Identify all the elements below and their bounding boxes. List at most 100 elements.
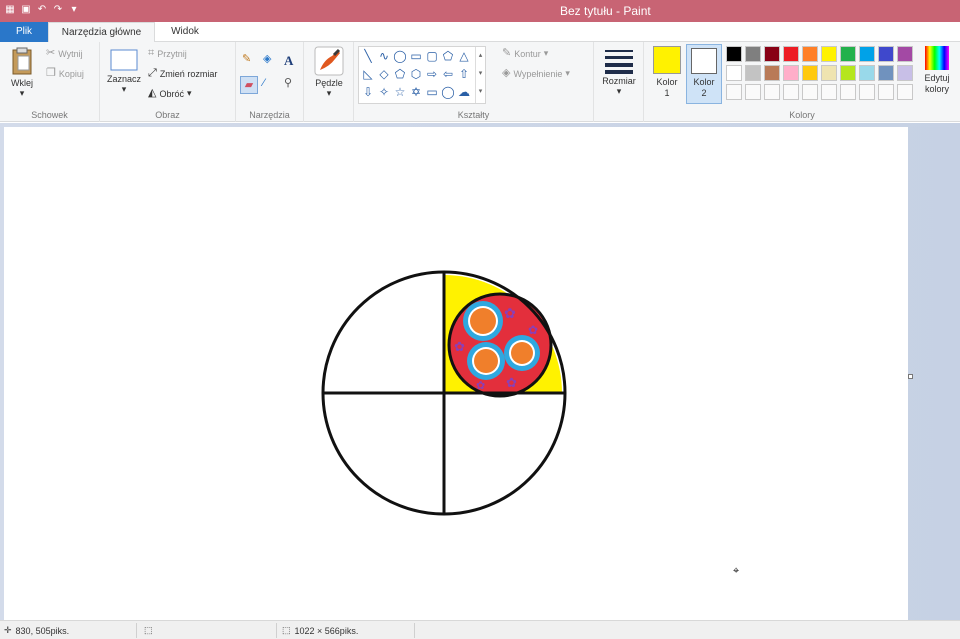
palette-color-swatch[interactable]	[802, 65, 818, 81]
canvas-resize-handle-right[interactable]	[908, 374, 913, 379]
status-position: ✛ 830, 505piks.	[4, 625, 69, 636]
color2-button[interactable]: Kolor 2	[686, 44, 722, 104]
copy-button[interactable]: ❐ Kopiuj	[46, 68, 84, 79]
paste-icon	[12, 47, 32, 75]
outline-button[interactable]: ✎ Kontur ▾	[502, 48, 548, 59]
polygon-shape-icon[interactable]: ⬠	[441, 49, 455, 63]
undo-icon[interactable]: ↶	[36, 3, 48, 17]
status-canvas-size: ⬚ 1022 × 566piks.	[282, 625, 358, 636]
oval-callout-shape-icon[interactable]: ◯	[441, 85, 455, 99]
four-point-star-shape-icon[interactable]: ✧	[377, 85, 391, 99]
palette-color-swatch[interactable]	[764, 65, 780, 81]
color1-button[interactable]: Kolor 1	[648, 46, 686, 99]
brushes-button[interactable]: Pędzle ▾	[310, 46, 348, 99]
palette-color-swatch[interactable]	[897, 46, 913, 62]
quick-access-toolbar: ▦ ▣ ↶ ↷ ▾	[4, 3, 80, 17]
svg-text:✿: ✿	[528, 323, 538, 337]
paint-app-icon[interactable]: ▦	[4, 3, 16, 17]
tab-home[interactable]: Narzędzia główne	[48, 22, 155, 43]
palette-color-swatch[interactable]	[783, 46, 799, 62]
color-picker-tool[interactable]: ⁄	[263, 78, 265, 89]
palette-color-swatch[interactable]	[783, 65, 799, 81]
palette-color-swatch[interactable]	[745, 46, 761, 62]
palette-empty-swatch[interactable]	[764, 84, 780, 100]
palette-color-swatch[interactable]	[821, 65, 837, 81]
tools-group-label: Narzędzia	[249, 110, 290, 120]
palette-color-swatch[interactable]	[745, 65, 761, 81]
redo-icon[interactable]: ↷	[52, 3, 64, 17]
tab-file[interactable]: Plik	[0, 22, 48, 42]
size-button[interactable]: Rozmiar ▾	[599, 48, 639, 97]
palette-empty-swatch[interactable]	[745, 84, 761, 100]
window-title: Bez tytułu - Paint	[560, 4, 651, 18]
palette-color-swatch[interactable]	[897, 65, 913, 81]
palette-color-swatch[interactable]	[726, 65, 742, 81]
drawing-canvas[interactable]: ✿ ✿ ✿ ✿ ✿	[4, 127, 908, 620]
palette-color-swatch[interactable]	[859, 65, 875, 81]
palette-color-swatch[interactable]	[840, 46, 856, 62]
left-arrow-shape-icon[interactable]: ⇦	[441, 67, 455, 81]
rotate-button[interactable]: ◭ Obróć ▾	[148, 88, 192, 99]
palette-empty-swatch[interactable]	[859, 84, 875, 100]
palette-color-swatch[interactable]	[764, 46, 780, 62]
customize-toolbar-icon[interactable]: ▾	[68, 3, 80, 17]
pentagon-shape-icon[interactable]: ⬠	[393, 67, 407, 81]
group-shapes: ╲ ∿ ◯ ▭ ▢ ⬠ △ ◺ ◇ ⬠ ⬡ ⇨ ⇦ ⇧ ⇩ ✧ ☆ ✡ ▭ ◯	[354, 42, 594, 122]
paste-label: Wklej	[11, 78, 33, 88]
right-arrow-shape-icon[interactable]: ⇨	[425, 67, 439, 81]
cut-button[interactable]: ✂ Wytnij	[46, 48, 83, 59]
palette-empty-swatch[interactable]	[802, 84, 818, 100]
select-button[interactable]: Zaznacz ▾	[104, 48, 144, 95]
text-tool[interactable]: A	[284, 53, 293, 69]
palette-color-swatch[interactable]	[878, 46, 894, 62]
cloud-callout-shape-icon[interactable]: ☁	[457, 85, 471, 99]
group-colors: Kolor 1 Kolor 2 Edytuj kolory Kolory	[644, 42, 960, 122]
palette-empty-swatch[interactable]	[821, 84, 837, 100]
diamond-shape-icon[interactable]: ◇	[377, 67, 391, 81]
group-image: Zaznacz ▾ ⌗ Przytnij ⤢ Zmień rozmiar ◭ Obró…	[100, 42, 236, 122]
triangle-shape-icon[interactable]: △	[457, 49, 471, 63]
eraser-tool[interactable]: ▰	[240, 76, 258, 94]
palette-color-swatch[interactable]	[840, 65, 856, 81]
oval-shape-icon[interactable]: ◯	[393, 49, 407, 63]
rectangle-shape-icon[interactable]: ▭	[409, 49, 423, 63]
resize-button[interactable]: ⤢ Zmień rozmiar	[148, 68, 217, 79]
copy-icon: ❐	[46, 67, 56, 79]
palette-empty-swatch[interactable]	[726, 84, 742, 100]
edit-colors-button[interactable]: Edytuj kolory	[918, 46, 956, 95]
rounded-callout-shape-icon[interactable]: ▭	[425, 85, 439, 99]
crop-button[interactable]: ⌗ Przytnij	[148, 48, 187, 59]
hexagon-shape-icon[interactable]: ⬡	[409, 67, 423, 81]
cursor-icon: ⌖	[733, 565, 740, 577]
palette-color-swatch[interactable]	[821, 46, 837, 62]
up-arrow-shape-icon[interactable]: ⇧	[457, 67, 471, 81]
palette-color-swatch[interactable]	[878, 65, 894, 81]
pencil-tool[interactable]: ✎	[242, 54, 251, 65]
shapes-scroll-icon[interactable]: ▴ ▾ ▾	[475, 47, 485, 103]
curve-shape-icon[interactable]: ∿	[377, 49, 391, 63]
magnifier-tool[interactable]: ⚲	[284, 78, 292, 89]
resize-icon: ⤢	[148, 67, 157, 79]
tab-view[interactable]: Widok	[155, 22, 215, 42]
paste-button[interactable]: Wklej ▾	[4, 46, 40, 99]
color-spectrum-icon	[925, 46, 949, 70]
palette-color-swatch[interactable]	[726, 46, 742, 62]
line-shape-icon[interactable]: ╲	[361, 49, 375, 63]
six-point-star-shape-icon[interactable]: ✡	[409, 85, 423, 99]
save-icon[interactable]: ▣	[20, 3, 32, 17]
fill-button[interactable]: ◈ Wypełnienie ▾	[502, 68, 570, 79]
palette-empty-swatch[interactable]	[897, 84, 913, 100]
five-point-star-shape-icon[interactable]: ☆	[393, 85, 407, 99]
image-group-label: Obraz	[155, 110, 180, 120]
palette-color-swatch[interactable]	[802, 46, 818, 62]
status-separator	[276, 623, 277, 638]
rounded-rectangle-shape-icon[interactable]: ▢	[425, 49, 439, 63]
palette-color-swatch[interactable]	[859, 46, 875, 62]
palette-empty-swatch[interactable]	[783, 84, 799, 100]
down-arrow-shape-icon[interactable]: ⇩	[361, 85, 375, 99]
color2-label: Kolor 2	[693, 77, 715, 98]
fill-tool[interactable]: ◈	[263, 54, 271, 65]
right-triangle-shape-icon[interactable]: ◺	[361, 67, 375, 81]
palette-empty-swatch[interactable]	[840, 84, 856, 100]
palette-empty-swatch[interactable]	[878, 84, 894, 100]
